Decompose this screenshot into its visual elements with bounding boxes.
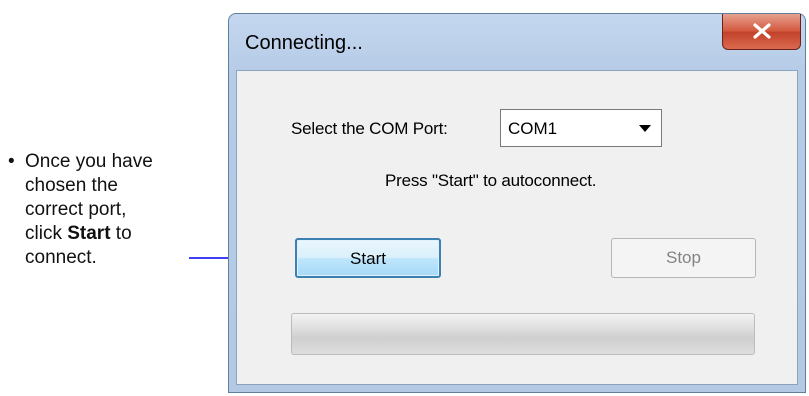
dialog-body: Select the COM Port: COM1 Press "Start" … <box>236 70 798 385</box>
annotation-text: Once you have chosen the correct port, c… <box>25 150 215 270</box>
start-button[interactable]: Start <box>295 238 441 278</box>
bullet: • <box>8 151 15 172</box>
stop-button[interactable]: Stop <box>611 238 756 278</box>
annotation-line: chosen the <box>25 175 118 196</box>
close-button[interactable] <box>722 14 801 50</box>
connecting-dialog: Connecting... Select the COM Port: COM1 … <box>228 13 806 393</box>
chevron-down-icon <box>639 125 651 132</box>
annotation-line: correct port, <box>25 199 127 220</box>
com-port-select[interactable]: COM1 <box>500 109 662 147</box>
com-port-value: COM1 <box>508 119 558 138</box>
annotation-line: connect. <box>25 247 97 268</box>
close-icon <box>753 23 771 39</box>
annotation-line: click Start to <box>25 223 132 244</box>
autoconnect-hint: Press "Start" to autoconnect. <box>385 171 597 190</box>
title-bar: Connecting... <box>229 14 805 70</box>
com-port-label: Select the COM Port: <box>291 119 448 138</box>
annotation-line: Once you have <box>25 151 153 172</box>
annotation-bold-start: Start <box>67 223 111 244</box>
progress-bar <box>291 313 755 355</box>
dialog-title: Connecting... <box>245 32 363 54</box>
